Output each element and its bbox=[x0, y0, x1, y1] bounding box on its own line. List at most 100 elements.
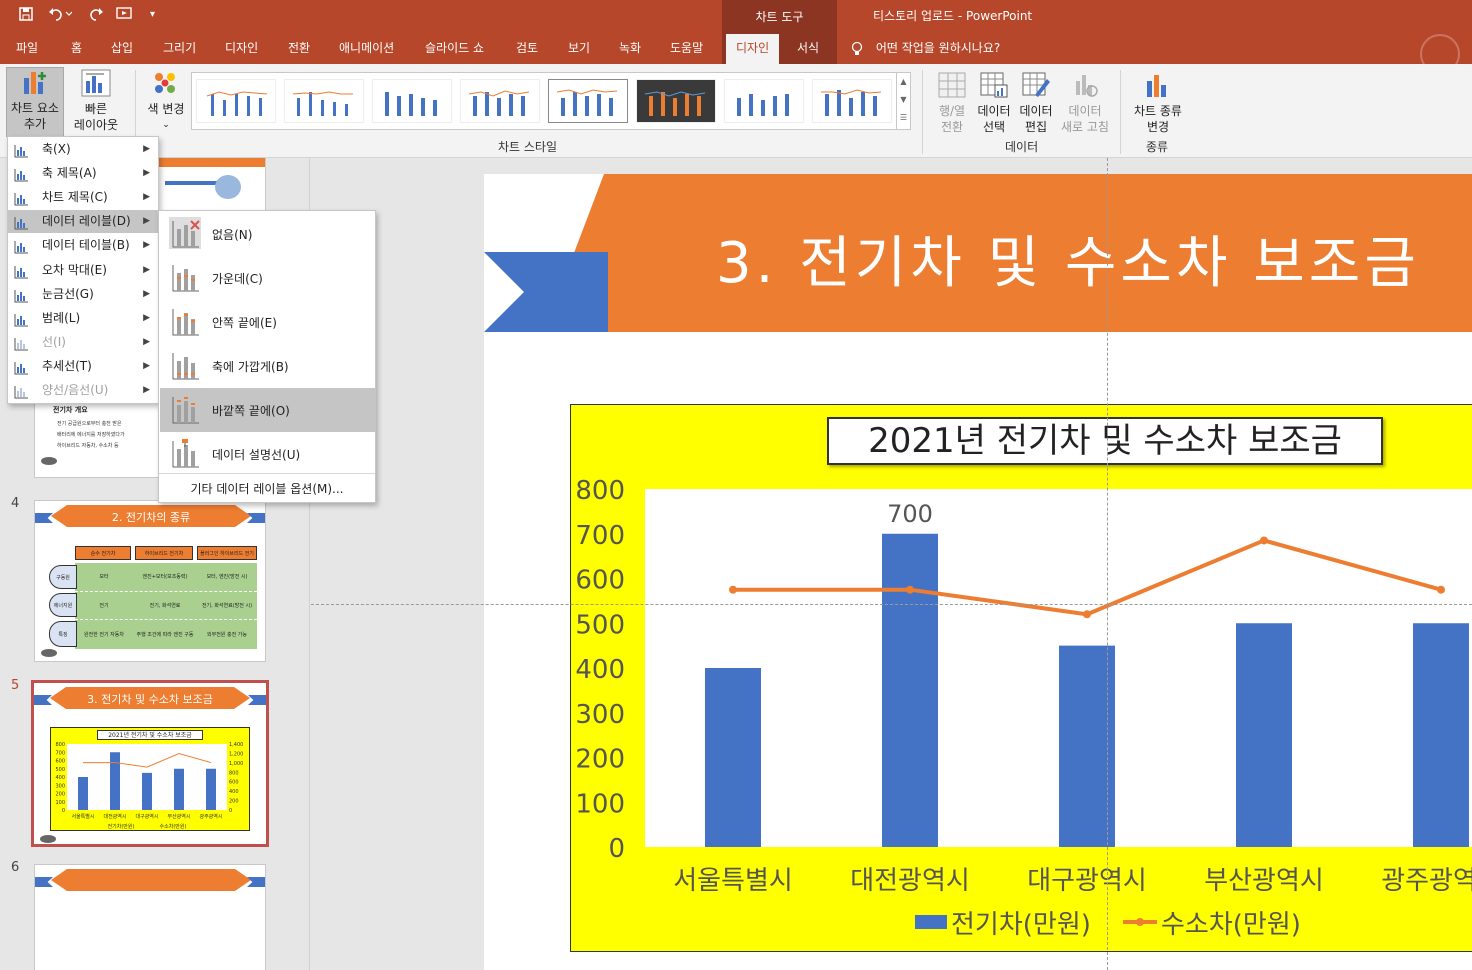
present-icon[interactable] bbox=[116, 6, 138, 26]
tab-file[interactable]: 파일 bbox=[16, 34, 38, 64]
quick-layout-button[interactable]: 빠른 레이아웃 bbox=[66, 69, 126, 133]
tab-recording[interactable]: 녹화 bbox=[619, 34, 641, 64]
data-label-option[interactable]: 가운데(C) bbox=[160, 256, 375, 300]
bar[interactable] bbox=[705, 668, 761, 847]
tab-draw[interactable]: 그리기 bbox=[163, 34, 196, 64]
slide[interactable]: 3. 전기차 및 수소차 보조금 0 100 200 300 400 500 600 700 8… bbox=[484, 174, 1472, 970]
chart-style-8[interactable] bbox=[812, 79, 892, 123]
data-label-option-label: 가운데(C) bbox=[212, 272, 263, 286]
line-point[interactable] bbox=[729, 585, 737, 594]
slide-title[interactable]: 3. 전기차 및 수소차 보조금 bbox=[716, 218, 1420, 299]
tab-chart-design[interactable]: 디자인 bbox=[726, 34, 780, 64]
more-data-label-options[interactable]: 기타 데이터 레이블 옵션(M)... bbox=[159, 473, 375, 503]
switch-row-column-button[interactable]: 행/열 전환 bbox=[932, 71, 972, 135]
data-label-option[interactable]: 축에 가깝게(B) bbox=[160, 344, 375, 388]
chart-style-4[interactable] bbox=[460, 79, 540, 123]
tab-chart-format[interactable]: 서식 bbox=[797, 34, 819, 64]
gallery-scroll[interactable]: ▲ ▼ ☰ bbox=[896, 73, 910, 129]
tab-review[interactable]: 검토 bbox=[516, 34, 538, 64]
chart-type-icon bbox=[1143, 71, 1173, 99]
context-tools-label: 차트 도구 bbox=[722, 0, 837, 34]
slide-thumbnail-5[interactable]: 3. 전기차 및 수소차 보조금 2021년 전기차 및 수소차 보조금 0 10… bbox=[31, 680, 269, 847]
chart-style-6[interactable] bbox=[636, 79, 716, 123]
tab-home[interactable]: 홈 bbox=[71, 34, 82, 64]
chart-plot[interactable]: 0 100 200 300 400 500 600 700 800 700 서울특별시 대전광역시 대구… bbox=[571, 405, 1472, 953]
add-chart-element-button[interactable]: 차트 요소 추가 bbox=[6, 67, 64, 137]
menu-item[interactable]: 축(X) ▶ bbox=[8, 138, 158, 161]
bar[interactable] bbox=[1413, 623, 1469, 847]
refresh-data-button[interactable]: 데이터 새로 고침 bbox=[1058, 71, 1112, 135]
thumb-table-cell: 엔진+모터(보조동력) bbox=[142, 574, 188, 580]
menu-item[interactable]: 눈금선(G) ▶ bbox=[8, 283, 158, 306]
select-data-button[interactable]: 데이터 선택 bbox=[974, 71, 1014, 135]
chart-area[interactable]: 0 100 200 300 400 500 600 700 800 700 서울특별시 대전광역시 대구… bbox=[570, 404, 1472, 952]
thumb-heading: 전기차 개요 bbox=[53, 406, 88, 414]
edit-data-icon bbox=[1021, 71, 1051, 99]
data-label-option-label: 데이터 설명선(U) bbox=[212, 448, 301, 462]
thumb-table-cell: 모터, 엔진(방전 시) bbox=[206, 574, 248, 580]
line-point[interactable] bbox=[1260, 536, 1268, 545]
tab-transitions[interactable]: 전환 bbox=[288, 34, 310, 64]
data-label[interactable]: 700 bbox=[887, 500, 933, 528]
chart-style-5[interactable] bbox=[548, 79, 628, 123]
redo-icon[interactable] bbox=[88, 6, 104, 26]
chart-style-2[interactable] bbox=[284, 79, 364, 123]
tell-me-box[interactable]: 어떤 작업을 원하시나요? bbox=[850, 34, 1000, 62]
slide-number: 5 bbox=[11, 678, 20, 693]
x-tick-label: 광주광역시 bbox=[1381, 866, 1472, 896]
line-point[interactable] bbox=[1083, 610, 1091, 619]
slide-thumbnail-6[interactable] bbox=[34, 864, 266, 970]
data-label-option-label: 축에 가깝게(B) bbox=[212, 360, 289, 374]
change-colors-button[interactable]: 색 변경 ⌄ bbox=[142, 69, 190, 133]
tab-slideshow[interactable]: 슬라이드 쇼 bbox=[425, 34, 484, 64]
menu-item[interactable]: 범례(L) ▶ bbox=[8, 307, 158, 330]
edit-data-button[interactable]: 데이터 편집 bbox=[1016, 71, 1056, 135]
change-chart-type-button[interactable]: 차트 종류 변경 bbox=[1128, 71, 1188, 135]
thumb-table-cell: 전기 bbox=[99, 603, 109, 609]
quick-layout-icon bbox=[81, 69, 111, 97]
tab-design[interactable]: 디자인 bbox=[225, 34, 258, 64]
data-label-option[interactable]: 안쪽 끝에(E) bbox=[160, 300, 375, 344]
data-label-option[interactable]: 데이터 설명선(U) bbox=[160, 432, 375, 476]
customize-qat-icon[interactable]: ▾ bbox=[150, 9, 155, 20]
submenu-arrow-icon: ▶ bbox=[143, 336, 150, 347]
menu-item[interactable]: 데이터 레이블(D) ▶ bbox=[8, 210, 158, 234]
thumb-chart-plot: 0 100 200 300 400 500 600 700 800 0 200 400 600 800 1,… bbox=[55, 742, 243, 830]
save-icon[interactable] bbox=[18, 6, 34, 26]
tab-help[interactable]: 도움말 bbox=[670, 34, 703, 64]
plot-area[interactable] bbox=[645, 489, 1472, 847]
data-label-icon bbox=[169, 305, 201, 337]
chart-style-3[interactable] bbox=[372, 79, 452, 123]
line-point[interactable] bbox=[1437, 585, 1445, 594]
bar[interactable] bbox=[882, 533, 938, 847]
chart-title[interactable]: 2021년 전기차 및 수소차 보조금 bbox=[827, 417, 1383, 465]
menu-item[interactable]: 추세선(T) ▶ bbox=[8, 355, 158, 378]
chart-style-gallery: ▲ ▼ ☰ bbox=[191, 72, 911, 130]
thumb-banner bbox=[51, 869, 251, 891]
thumb-row-labels: 구동원 에너지원 특징 bbox=[49, 563, 77, 649]
add-chart-element-label-2: 추가 bbox=[23, 117, 47, 131]
slide-editor[interactable]: 3. 전기차 및 수소차 보조금 0 100 200 300 400 500 600 700 8… bbox=[311, 158, 1472, 970]
menu-item[interactable]: 차트 제목(C) ▶ bbox=[8, 186, 158, 209]
y-tick-label: 0 bbox=[608, 834, 625, 864]
submenu-arrow-icon: ▶ bbox=[143, 168, 150, 179]
chart-element-icon bbox=[14, 143, 28, 158]
tab-animations[interactable]: 애니메이션 bbox=[339, 34, 394, 64]
thumb-chart: 2021년 전기차 및 수소차 보조금 0 100 200 300 400 500 600 7… bbox=[50, 727, 250, 831]
data-label-option[interactable]: 바깥쪽 끝에(O) bbox=[160, 388, 375, 432]
data-label-option[interactable]: 없음(N) bbox=[160, 212, 375, 256]
slide-thumbnail-4[interactable]: 2. 전기차의 종류 순수 전기차 하이브리드 전기차 플러그인 하이브리드 전… bbox=[34, 500, 266, 662]
menu-item[interactable]: 오차 막대(E) ▶ bbox=[8, 259, 158, 282]
menu-item[interactable]: 데이터 테이블(B) ▶ bbox=[8, 234, 158, 257]
menu-item-label: 범례(L) bbox=[42, 310, 81, 325]
menu-item[interactable]: 축 제목(A) ▶ bbox=[8, 162, 158, 185]
menu-item: 양선/음선(U) ▶ bbox=[8, 379, 158, 402]
tab-insert[interactable]: 삽입 bbox=[111, 34, 133, 64]
x-tick-label: 대구광역시 bbox=[1027, 866, 1147, 896]
bar[interactable] bbox=[1236, 623, 1292, 847]
line-point[interactable] bbox=[906, 585, 914, 594]
chart-style-7[interactable] bbox=[724, 79, 804, 123]
tab-view[interactable]: 보기 bbox=[568, 34, 590, 64]
chart-style-1[interactable] bbox=[196, 79, 276, 123]
undo-icon[interactable] bbox=[48, 6, 73, 26]
